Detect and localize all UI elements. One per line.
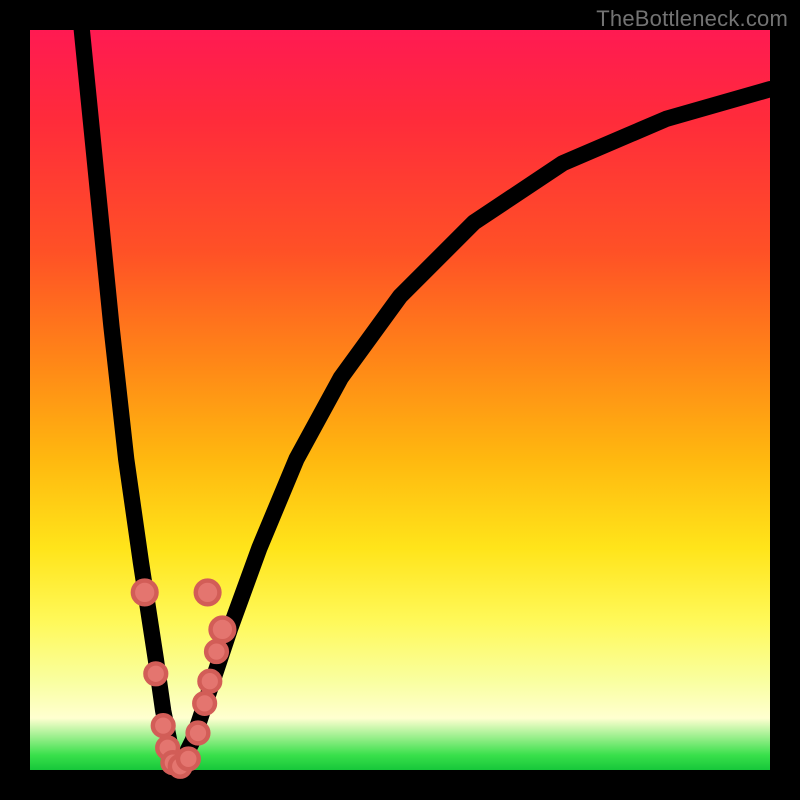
bottleneck-curve-right — [178, 89, 770, 770]
watermark-text: TheBottleneck.com — [596, 6, 788, 32]
curve-marker — [194, 693, 215, 714]
bottleneck-curve-left — [82, 30, 178, 770]
curve-marker — [145, 663, 166, 684]
curve-marker — [196, 581, 220, 605]
chart-frame: TheBottleneck.com — [0, 0, 800, 800]
curve-marker — [133, 581, 157, 605]
curve-marker — [211, 618, 235, 642]
curve-marker — [153, 715, 174, 736]
curve-marker — [206, 641, 227, 662]
curve-marker — [188, 723, 209, 744]
curve-marker — [199, 671, 220, 692]
chart-overlay — [30, 30, 770, 770]
curve-marker — [178, 749, 199, 770]
